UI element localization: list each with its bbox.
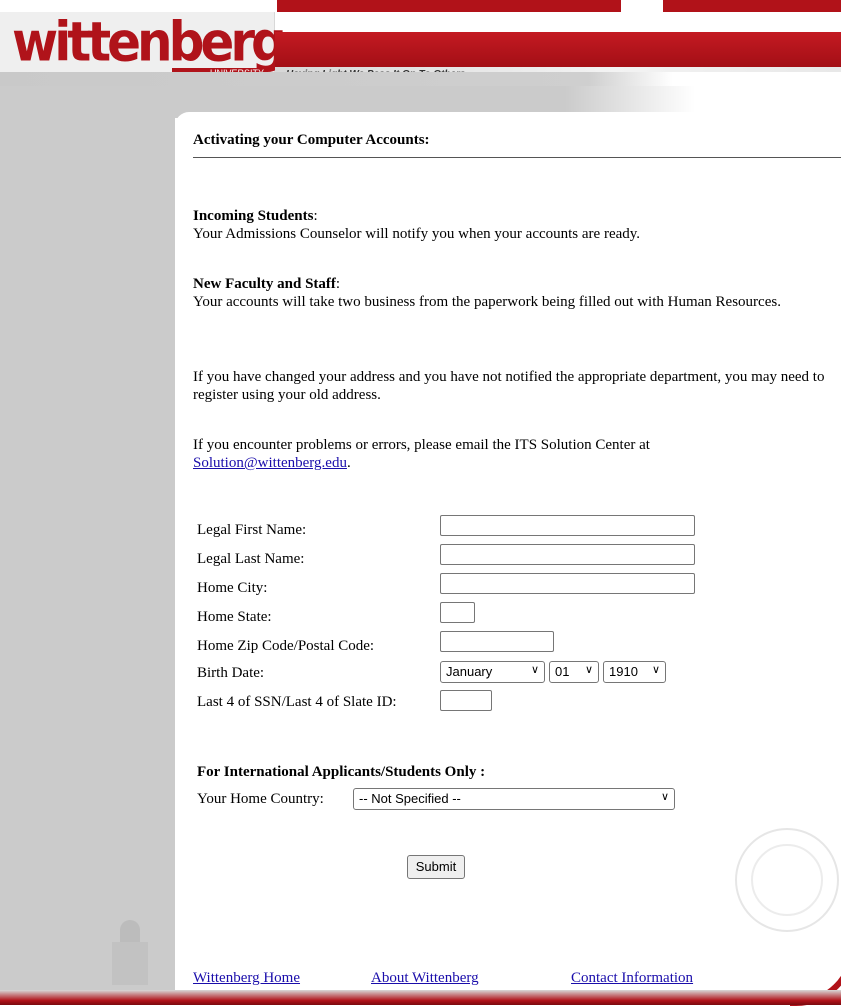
- chevron-down-icon: ∨: [660, 791, 669, 803]
- zip-label: Home Zip Code/Postal Code:: [197, 638, 375, 654]
- footer-link-home[interactable]: Wittenberg Home: [193, 970, 300, 987]
- first-name-input[interactable]: [440, 515, 695, 536]
- footer-link-about[interactable]: About Wittenberg: [371, 970, 479, 987]
- problems-text: If you encounter problems or errors, ple…: [193, 437, 650, 453]
- logo-wordmark: wittenberg: [12, 10, 287, 74]
- university-seal-icon: [735, 828, 839, 932]
- ssn-input[interactable]: [440, 690, 492, 711]
- country-label: Your Home Country:: [197, 791, 324, 807]
- title-divider: [193, 157, 841, 158]
- incoming-heading: Incoming Students: [193, 208, 314, 224]
- country-select[interactable]: -- Not Specified -- ∨: [353, 788, 675, 810]
- ssn-label: Last 4 of SSN/Last 4 of Slate ID:: [197, 694, 397, 710]
- state-input[interactable]: [440, 602, 475, 623]
- last-name-input[interactable]: [440, 544, 695, 565]
- chevron-down-icon: ∨: [651, 664, 660, 676]
- birth-year-value: 1910: [609, 664, 638, 679]
- state-label: Home State:: [197, 609, 272, 625]
- solution-email-link[interactable]: Solution@wittenberg.edu: [193, 455, 347, 471]
- faculty-heading: New Faculty and Staff: [193, 276, 336, 292]
- faculty-text: Your accounts will take two business fro…: [193, 294, 781, 310]
- chevron-down-icon: ∨: [584, 664, 593, 676]
- submit-button[interactable]: Submit: [407, 855, 465, 879]
- bottom-band: [0, 990, 841, 1005]
- faculty-section: New Faculty and Staff: Your accounts wil…: [193, 276, 781, 310]
- birth-month-value: January: [446, 664, 493, 679]
- header-red-band: [275, 32, 841, 67]
- birth-date-label: Birth Date:: [197, 665, 265, 681]
- header-shadow: [0, 72, 841, 86]
- top-red-segment: [663, 0, 841, 12]
- birth-month-select[interactable]: January ∨: [440, 661, 545, 683]
- last-name-label: Legal Last Name:: [197, 551, 305, 567]
- birth-day-select[interactable]: 01 ∨: [549, 661, 599, 683]
- page-title: Activating your Computer Accounts:: [193, 132, 430, 148]
- zip-input[interactable]: [440, 631, 554, 652]
- left-gray-panel: [0, 86, 175, 993]
- address-note: If you have changed your address and you…: [193, 369, 825, 403]
- top-red-segment: [277, 0, 621, 12]
- international-heading: For International Applicants/Students On…: [197, 764, 486, 780]
- birth-day-value: 01: [555, 664, 570, 679]
- footer-link-contact[interactable]: Contact Information: [571, 970, 693, 987]
- problems-note: If you encounter problems or errors, ple…: [193, 437, 650, 471]
- country-value: -- Not Specified --: [359, 791, 461, 806]
- chevron-down-icon: ∨: [530, 664, 539, 676]
- campus-tower-icon: [112, 920, 148, 985]
- birth-year-select[interactable]: 1910 ∨: [603, 661, 666, 683]
- incoming-students-section: Incoming Students: Your Admissions Couns…: [193, 208, 641, 242]
- incoming-text: Your Admissions Counselor will notify yo…: [193, 226, 641, 242]
- city-input[interactable]: [440, 573, 695, 594]
- first-name-label: Legal First Name:: [197, 522, 307, 538]
- city-label: Home City:: [197, 580, 268, 596]
